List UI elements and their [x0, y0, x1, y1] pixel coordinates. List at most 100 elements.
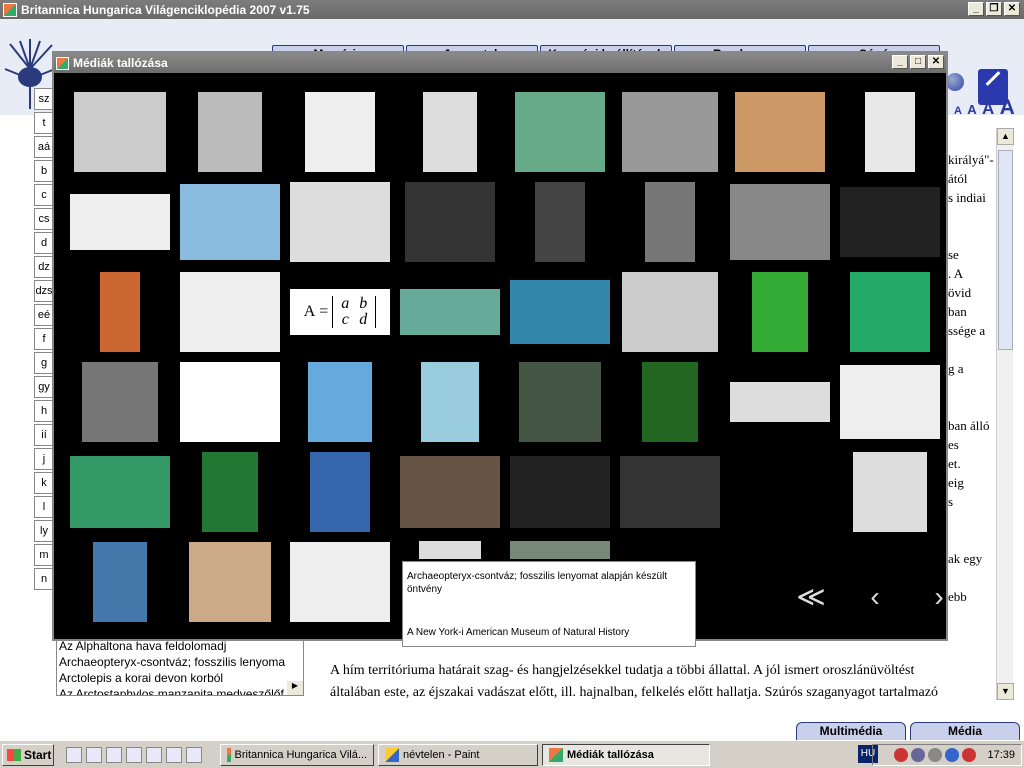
app-icon[interactable]: [186, 746, 202, 763]
app-titlebar[interactable]: Britannica Hungarica Világenciklopédia 2…: [0, 0, 1024, 19]
media-thumbnail[interactable]: [400, 181, 500, 263]
media-thumbnail[interactable]: [620, 451, 720, 533]
alphabet-letter[interactable]: t: [34, 112, 54, 134]
start-button[interactable]: Start: [2, 743, 54, 766]
media-thumbnail[interactable]: [180, 181, 280, 263]
dialog-close-button[interactable]: ✕: [928, 55, 944, 69]
media-thumbnail[interactable]: [180, 541, 280, 623]
media-thumbnail[interactable]: [400, 361, 500, 443]
media-thumbnail[interactable]: [70, 181, 170, 263]
media-thumbnail[interactable]: [510, 91, 610, 173]
media-thumbnail[interactable]: [290, 541, 390, 623]
scroll-right-arrow-icon[interactable]: ▶: [287, 681, 303, 695]
folder-icon[interactable]: [106, 746, 122, 763]
task-paint[interactable]: névtelen - Paint: [378, 743, 538, 766]
search-results-list[interactable]: Az Alphaltona hava feldolomadj Archaeopt…: [56, 638, 304, 696]
alphabet-letter[interactable]: cs: [34, 208, 54, 230]
media-thumbnail[interactable]: [180, 451, 280, 533]
media-thumbnail[interactable]: [840, 271, 940, 353]
next-page-icon[interactable]: ›: [924, 583, 954, 613]
alphabet-letter[interactable]: g: [34, 352, 54, 374]
result-item[interactable]: Az Arctostaphylos manzanita medveszőlőf: [57, 687, 303, 695]
dialog-titlebar[interactable]: Médiák tallózása _ □ ✕: [54, 53, 946, 73]
media-thumbnail[interactable]: [510, 271, 610, 353]
media-thumbnail[interactable]: [730, 181, 830, 263]
maximize-button[interactable]: ❐: [986, 2, 1002, 16]
media-thumbnail[interactable]: [620, 181, 720, 263]
media-thumbnail[interactable]: [180, 361, 280, 443]
media-thumbnail[interactable]: [510, 181, 610, 263]
font-size-l[interactable]: A: [1000, 96, 1015, 119]
alphabet-letter[interactable]: d: [34, 232, 54, 254]
ie-icon[interactable]: [66, 746, 82, 763]
media-thumbnail[interactable]: [290, 451, 390, 533]
scroll-thumb[interactable]: [998, 150, 1013, 350]
alphabet-letter[interactable]: f: [34, 328, 54, 350]
media-thumbnail[interactable]: [180, 271, 280, 353]
article-scrollbar[interactable]: ▲ ▼: [996, 128, 1014, 700]
scroll-up-arrow-icon[interactable]: ▲: [997, 128, 1014, 145]
alphabet-letter[interactable]: l: [34, 496, 54, 518]
tray-icon[interactable]: [894, 748, 909, 762]
font-size-xs[interactable]: A: [954, 105, 962, 117]
media-thumbnail[interactable]: [840, 361, 940, 443]
media-thumbnail[interactable]: [180, 91, 280, 173]
result-item[interactable]: Archaeopteryx-csontváz; fosszilis lenyom…: [57, 655, 303, 671]
media-thumbnail[interactable]: [70, 541, 170, 623]
media-thumbnail[interactable]: [290, 361, 390, 443]
close-button[interactable]: ✕: [1004, 2, 1020, 16]
alphabet-letter[interactable]: k: [34, 472, 54, 494]
media-thumbnail[interactable]: [70, 271, 170, 353]
media-thumbnail[interactable]: [620, 271, 720, 353]
explorer-icon[interactable]: [166, 746, 182, 763]
alphabet-letter[interactable]: gy: [34, 376, 54, 398]
media-thumbnail[interactable]: [70, 91, 170, 173]
media-thumbnail[interactable]: [70, 451, 170, 533]
media-thumbnail[interactable]: [730, 91, 830, 173]
result-item[interactable]: Arctolepis a korai devon korból: [57, 671, 303, 687]
media-thumbnail[interactable]: [840, 91, 940, 173]
alphabet-letter[interactable]: c: [34, 184, 54, 206]
media-thumbnail[interactable]: [290, 181, 390, 263]
alphabet-letter[interactable]: dz: [34, 256, 54, 278]
shield-icon[interactable]: [962, 748, 977, 762]
media-icon[interactable]: [126, 746, 142, 763]
media-thumbnail[interactable]: [510, 451, 610, 533]
alphabet-letter[interactable]: dzs: [34, 280, 54, 302]
alphabet-letter[interactable]: ií: [34, 424, 54, 446]
alphabet-letter[interactable]: m: [34, 544, 54, 566]
media-thumbnail[interactable]: [730, 451, 830, 533]
font-size-m[interactable]: A: [982, 99, 994, 118]
alphabet-letter[interactable]: b: [34, 160, 54, 182]
font-size-s[interactable]: A: [967, 102, 976, 117]
media-thumbnail[interactable]: [400, 91, 500, 173]
tab-multimedia[interactable]: Multimédia: [796, 722, 906, 740]
media-thumbnail[interactable]: [70, 361, 170, 443]
browser-icon[interactable]: [86, 746, 102, 763]
alphabet-letter[interactable]: j: [34, 448, 54, 470]
alphabet-letter[interactable]: n: [34, 568, 54, 590]
scroll-down-arrow-icon[interactable]: ▼: [997, 683, 1014, 700]
media-thumbnail[interactable]: [510, 361, 610, 443]
dialog-minimize-button[interactable]: _: [892, 55, 908, 69]
minimize-button[interactable]: _: [968, 2, 984, 16]
first-page-icon[interactable]: ≪: [796, 583, 826, 613]
media-thumbnail[interactable]: [400, 451, 500, 533]
task-media-browser[interactable]: Médiák tallózása: [542, 743, 710, 766]
media-thumbnail[interactable]: [290, 91, 390, 173]
alphabet-letter[interactable]: h: [34, 400, 54, 422]
tray-icon[interactable]: [911, 748, 926, 762]
result-item[interactable]: Az Alphaltona hava feldolomadj: [57, 639, 303, 655]
prev-page-icon[interactable]: ‹: [860, 583, 890, 613]
desktop-icon[interactable]: [146, 746, 162, 763]
media-thumbnail[interactable]: [400, 271, 500, 353]
alphabet-letter[interactable]: ly: [34, 520, 54, 542]
media-thumbnail[interactable]: [620, 361, 720, 443]
tab-media[interactable]: Média: [910, 722, 1020, 740]
alphabet-letter[interactable]: eé: [34, 304, 54, 326]
tray-icon[interactable]: [928, 748, 943, 762]
dialog-maximize-button[interactable]: □: [910, 55, 926, 69]
alphabet-letter[interactable]: sz: [34, 88, 54, 110]
media-thumbnail[interactable]: [840, 181, 940, 263]
media-thumbnail[interactable]: [840, 451, 940, 533]
